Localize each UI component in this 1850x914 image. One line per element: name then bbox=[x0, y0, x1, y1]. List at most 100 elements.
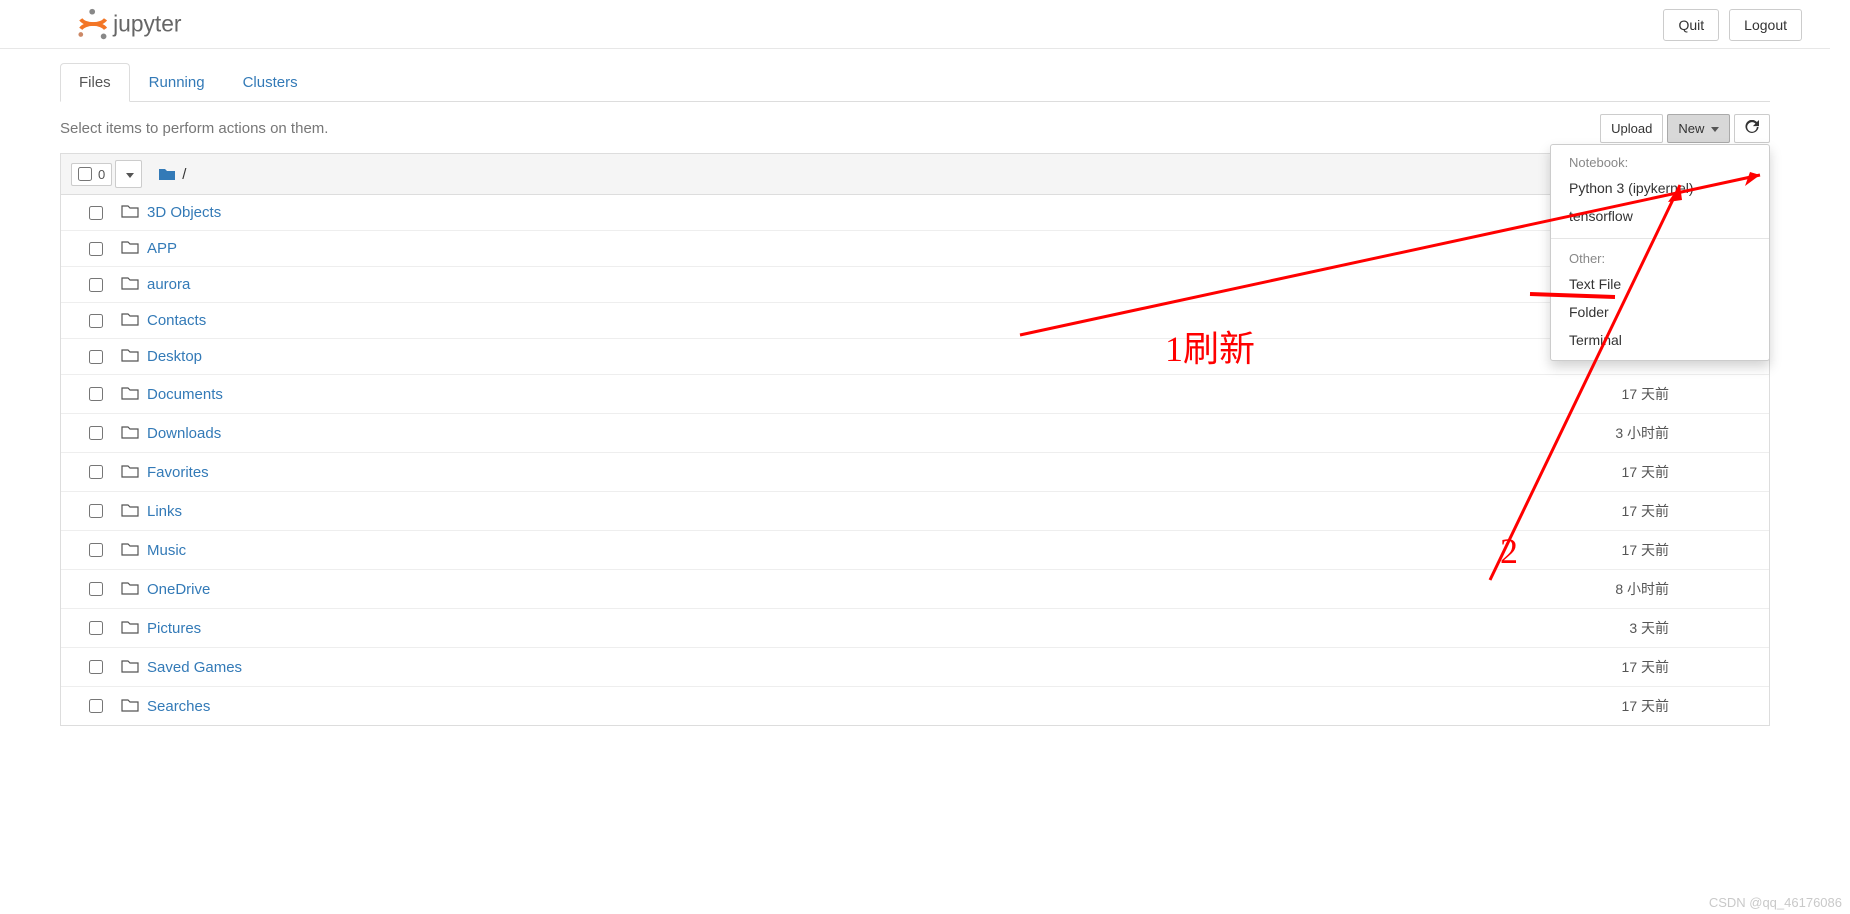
file-row: Pictures 3 天前 bbox=[61, 608, 1769, 647]
svg-text:jupyter: jupyter bbox=[112, 11, 182, 37]
file-name-link[interactable]: aurora bbox=[147, 276, 190, 293]
file-name-link[interactable]: Links bbox=[147, 503, 182, 520]
folder-icon bbox=[121, 348, 139, 365]
file-modified: 3 小时前 bbox=[1615, 423, 1759, 443]
file-name-link[interactable]: 3D Objects bbox=[147, 204, 221, 221]
row-checkbox[interactable] bbox=[89, 206, 103, 220]
folder-icon bbox=[121, 503, 139, 520]
folder-icon bbox=[121, 204, 139, 221]
file-row: Downloads 3 小时前 bbox=[61, 413, 1769, 452]
file-name-link[interactable]: OneDrive bbox=[147, 581, 210, 598]
folder-icon bbox=[121, 542, 139, 559]
new-button[interactable]: New bbox=[1667, 114, 1730, 143]
dropdown-header-notebook: Notebook: bbox=[1551, 151, 1769, 174]
folder-icon bbox=[158, 167, 176, 181]
file-row: Documents 17 天前 bbox=[61, 374, 1769, 413]
folder-icon bbox=[121, 464, 139, 481]
file-modified: 17 天前 bbox=[1622, 462, 1759, 482]
upload-button[interactable]: Upload bbox=[1600, 114, 1663, 143]
folder-icon bbox=[121, 386, 139, 403]
file-name-link[interactable]: Searches bbox=[147, 698, 210, 715]
quit-button[interactable]: Quit bbox=[1663, 9, 1719, 41]
file-list-header: 0 / Name e bbox=[60, 153, 1770, 195]
file-list: 3D Objects APP aurora Contacts Desktop Docume… bbox=[60, 195, 1770, 726]
file-row: 3D Objects bbox=[61, 195, 1769, 230]
select-dropdown-button[interactable] bbox=[115, 160, 142, 188]
breadcrumb[interactable]: / bbox=[158, 166, 186, 183]
file-row: Desktop bbox=[61, 338, 1769, 374]
dropdown-item-folder[interactable]: Folder bbox=[1551, 298, 1769, 326]
folder-icon bbox=[121, 425, 139, 442]
file-row: OneDrive 8 小时前 bbox=[61, 569, 1769, 608]
row-checkbox[interactable] bbox=[89, 426, 103, 440]
folder-icon bbox=[121, 620, 139, 637]
dropdown-item-tensorflow[interactable]: tensorflow bbox=[1551, 202, 1769, 230]
file-name-link[interactable]: Music bbox=[147, 542, 186, 559]
row-checkbox[interactable] bbox=[89, 660, 103, 674]
folder-icon bbox=[121, 698, 139, 715]
new-button-label: New bbox=[1678, 121, 1704, 136]
file-modified: 3 天前 bbox=[1629, 618, 1759, 638]
select-all-checkbox[interactable] bbox=[78, 167, 92, 181]
dropdown-item-textfile[interactable]: Text File bbox=[1551, 270, 1769, 298]
file-row: Music 17 天前 bbox=[61, 530, 1769, 569]
dropdown-header-other: Other: bbox=[1551, 247, 1769, 270]
caret-down-icon bbox=[126, 173, 134, 178]
file-modified: 17 天前 bbox=[1622, 540, 1759, 560]
folder-icon bbox=[121, 276, 139, 293]
row-checkbox[interactable] bbox=[89, 242, 103, 256]
row-checkbox[interactable] bbox=[89, 314, 103, 328]
folder-icon bbox=[121, 240, 139, 257]
file-name-link[interactable]: APP bbox=[147, 240, 177, 257]
logout-button[interactable]: Logout bbox=[1729, 9, 1802, 41]
file-name-link[interactable]: Pictures bbox=[147, 620, 201, 637]
row-checkbox[interactable] bbox=[89, 504, 103, 518]
file-modified: 17 天前 bbox=[1622, 657, 1759, 677]
dropdown-item-terminal[interactable]: Terminal bbox=[1551, 326, 1769, 354]
tabs: Files Running Clusters bbox=[60, 63, 1770, 102]
row-checkbox[interactable] bbox=[89, 465, 103, 479]
file-name-link[interactable]: Downloads bbox=[147, 425, 221, 442]
row-checkbox[interactable] bbox=[89, 582, 103, 596]
row-checkbox[interactable] bbox=[89, 387, 103, 401]
dropdown-item-python3[interactable]: Python 3 (ipykernel) bbox=[1551, 174, 1769, 202]
header-bar: jupyter Quit Logout bbox=[0, 0, 1830, 49]
file-row: APP bbox=[61, 230, 1769, 266]
folder-icon bbox=[121, 312, 139, 329]
row-checkbox[interactable] bbox=[89, 699, 103, 713]
file-row: Saved Games 17 天前 bbox=[61, 647, 1769, 686]
folder-icon bbox=[121, 659, 139, 676]
file-modified: 17 天前 bbox=[1622, 384, 1759, 404]
dropdown-divider bbox=[1551, 238, 1769, 239]
file-row: Links 17 天前 bbox=[61, 491, 1769, 530]
row-checkbox[interactable] bbox=[89, 350, 103, 364]
file-row: Searches 17 天前 bbox=[61, 686, 1769, 725]
refresh-button[interactable] bbox=[1734, 114, 1770, 143]
file-name-link[interactable]: Contacts bbox=[147, 312, 206, 329]
tab-clusters[interactable]: Clusters bbox=[224, 63, 317, 102]
select-all-box[interactable]: 0 bbox=[71, 163, 112, 186]
file-modified: 17 天前 bbox=[1622, 501, 1759, 521]
new-dropdown-menu: Notebook: Python 3 (ipykernel) tensorflo… bbox=[1550, 144, 1770, 361]
hint-text: Select items to perform actions on them. bbox=[60, 120, 328, 137]
select-count: 0 bbox=[98, 167, 105, 182]
file-row: Favorites 17 天前 bbox=[61, 452, 1769, 491]
file-row: aurora bbox=[61, 266, 1769, 302]
file-name-link[interactable]: Favorites bbox=[147, 464, 209, 481]
tab-files[interactable]: Files bbox=[60, 63, 130, 102]
file-modified: 17 天前 bbox=[1622, 696, 1759, 716]
refresh-icon bbox=[1745, 120, 1759, 137]
file-modified: 8 小时前 bbox=[1615, 579, 1759, 599]
row-checkbox[interactable] bbox=[89, 621, 103, 635]
tab-running[interactable]: Running bbox=[130, 63, 224, 102]
row-checkbox[interactable] bbox=[89, 278, 103, 292]
file-name-link[interactable]: Desktop bbox=[147, 348, 202, 365]
folder-icon bbox=[121, 581, 139, 598]
jupyter-logo[interactable]: jupyter bbox=[18, 6, 233, 44]
caret-down-icon bbox=[1711, 127, 1719, 132]
file-row: Contacts bbox=[61, 302, 1769, 338]
row-checkbox[interactable] bbox=[89, 543, 103, 557]
breadcrumb-root[interactable]: / bbox=[182, 166, 186, 183]
file-name-link[interactable]: Documents bbox=[147, 386, 223, 403]
file-name-link[interactable]: Saved Games bbox=[147, 659, 242, 676]
